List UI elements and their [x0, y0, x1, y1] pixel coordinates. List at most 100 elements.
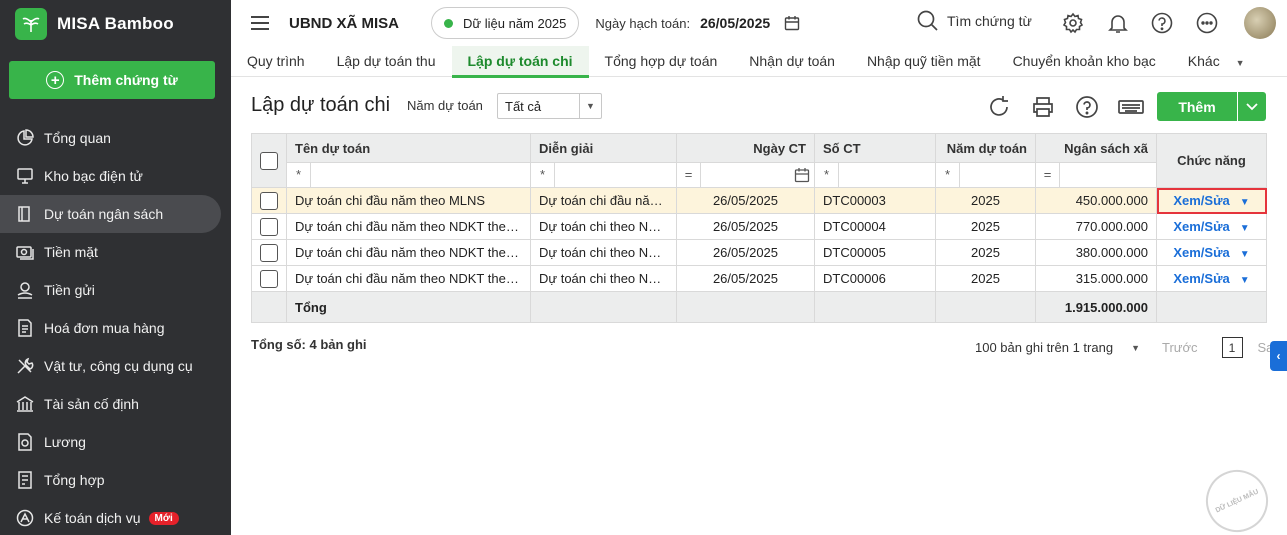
tab-treasury-transfer[interactable]: Chuyển khoản kho bạc — [997, 46, 1172, 77]
cell-name: Dự toán chi đầu năm theo NDKT theo TT24 — [286, 239, 531, 266]
print-icon[interactable] — [1031, 95, 1055, 119]
filter-input[interactable] — [839, 164, 935, 187]
filter-operator[interactable]: * — [937, 163, 960, 187]
add-button[interactable]: Thêm — [1157, 92, 1237, 121]
chevron-down-icon: ▼ — [579, 94, 601, 118]
select-all-checkbox[interactable] — [260, 151, 278, 170]
filter-input[interactable] — [311, 164, 530, 187]
tab-receive-budget[interactable]: Nhận dự toán — [733, 46, 851, 77]
column-header-year[interactable]: Năm dự toán — [935, 133, 1036, 163]
row-checkbox[interactable] — [260, 191, 278, 210]
cell-name: Dự toán chi đầu năm theo NDKT theo TT24 — [286, 213, 531, 240]
cell-voucher-no: DTC00004 — [814, 213, 936, 240]
table-row[interactable]: Dự toán chi đầu năm theo MLNS Dự toán ch… — [251, 187, 1267, 214]
caret-down-icon[interactable]: ▼ — [1240, 275, 1250, 286]
sidebar-item-overview[interactable]: Tổng quan — [0, 119, 231, 157]
sidebar-item-label: Tài sản cố định — [44, 396, 139, 412]
row-checkbox[interactable] — [260, 243, 278, 262]
caret-down-icon[interactable]: ▼ — [1240, 249, 1250, 260]
table-row[interactable]: Dự toán chi đầu năm theo NDKT theo TT24 … — [251, 239, 1267, 266]
filter-date: = — [676, 162, 815, 188]
view-edit-link[interactable]: Xem/Sửa — [1173, 193, 1229, 208]
total-blank — [935, 291, 1036, 323]
filter-operator[interactable]: * — [532, 163, 555, 187]
book-icon — [16, 205, 34, 223]
avatar[interactable] — [1244, 7, 1276, 39]
app-logo-row[interactable]: MISA Bamboo — [0, 0, 231, 48]
prev-page-button[interactable]: Trước — [1162, 340, 1198, 355]
current-page[interactable]: 1 — [1221, 337, 1243, 358]
sidebar-item-cash[interactable]: Tiền mặt — [0, 233, 231, 271]
calendar-icon[interactable] — [784, 15, 800, 31]
sidebar-item-treasury[interactable]: Kho bạc điện tử — [0, 157, 231, 195]
sidebar-item-invoice[interactable]: Hoá đơn mua hàng — [0, 309, 231, 347]
bell-icon[interactable] — [1107, 12, 1129, 34]
year-filter-select[interactable]: Tất cả ▼ — [497, 93, 602, 119]
data-year-selector[interactable]: Dữ liệu năm 2025 — [431, 7, 580, 39]
gear-icon[interactable] — [1062, 12, 1084, 34]
caret-down-icon[interactable]: ▼ — [1240, 223, 1250, 234]
row-checkbox[interactable] — [260, 217, 278, 236]
sidebar-item-deposit[interactable]: Tiền gửi — [0, 271, 231, 309]
column-header-voucher-no[interactable]: Số CT — [814, 133, 936, 163]
tab-cash-receipt[interactable]: Nhập quỹ tiền mặt — [851, 46, 997, 77]
filter-input[interactable] — [960, 164, 1035, 187]
cell-description: Dự toán chi theo NDKT — [530, 265, 677, 292]
tab-revenue-budget[interactable]: Lập dự toán thu — [321, 46, 452, 77]
tab-process[interactable]: Quy trình — [231, 46, 321, 77]
table-row[interactable]: Dự toán chi đầu năm theo NDKT theo TT24 … — [251, 213, 1267, 240]
total-row: Tổng 1.915.000.000 — [251, 291, 1267, 323]
filter-operator[interactable]: = — [1037, 163, 1060, 187]
view-edit-link[interactable]: Xem/Sửa — [1173, 219, 1229, 234]
row-checkbox[interactable] — [260, 269, 278, 288]
sidebar-item-salary[interactable]: Lương — [0, 423, 231, 461]
more-icon[interactable] — [1196, 12, 1218, 34]
column-header-description[interactable]: Diễn giải — [530, 133, 677, 163]
cell-voucher-no: DTC00006 — [814, 265, 936, 292]
filter-input[interactable] — [555, 164, 676, 187]
sidebar-item-supplies[interactable]: Vật tư, công cụ dụng cụ — [0, 347, 231, 385]
menu-icon[interactable] — [251, 12, 269, 34]
column-header-name[interactable]: Tên dự toán — [286, 133, 531, 163]
column-header-commune-budget[interactable]: Ngân sách xã — [1035, 133, 1157, 163]
tab-budget-summary[interactable]: Tổng hợp dự toán — [589, 46, 734, 77]
view-edit-link[interactable]: Xem/Sửa — [1173, 245, 1229, 260]
select-all-cell — [251, 133, 287, 188]
invoice-icon — [16, 319, 34, 337]
add-options-dropdown[interactable] — [1238, 92, 1266, 121]
caret-down-icon[interactable]: ▼ — [1240, 197, 1250, 208]
organization-name[interactable]: UBND XÃ MISA — [289, 15, 399, 32]
chevron-down-icon[interactable]: ▼ — [1131, 343, 1140, 353]
help-icon[interactable] — [1075, 95, 1099, 119]
add-voucher-button[interactable]: + Thêm chứng từ — [9, 61, 215, 99]
collapse-panel-button[interactable]: ‹ — [1270, 341, 1287, 371]
sidebar-item-summary[interactable]: Tổng hợp — [0, 461, 231, 499]
filter-operator[interactable]: * — [816, 163, 839, 187]
tools-icon — [16, 357, 34, 375]
sidebar-nav: Tổng quan Kho bạc điện tử Dự toán ngân s… — [0, 119, 231, 535]
cell-description: Dự toán chi theo NDKT — [530, 239, 677, 266]
filter-operator[interactable]: = — [678, 163, 701, 187]
posting-date-label: Ngày hạch toán: — [595, 15, 691, 31]
column-header-actions: Chức năng — [1156, 133, 1267, 188]
sidebar-item-service-accounting[interactable]: Kế toán dịch vụ Mới — [0, 499, 231, 535]
total-blank — [530, 291, 677, 323]
tab-expense-budget[interactable]: Lập dự toán chi — [451, 46, 589, 78]
tab-more[interactable]: Khác ▼ — [1172, 46, 1261, 77]
voucher-search[interactable]: Tìm chứng từ — [917, 10, 1032, 32]
sidebar-item-fixed-assets[interactable]: Tài sản cố định — [0, 385, 231, 423]
app-name: MISA Bamboo — [57, 14, 174, 33]
keyboard-icon[interactable] — [1118, 95, 1144, 119]
page-size-label[interactable]: 100 bản ghi trên 1 trang — [975, 340, 1113, 355]
posting-date-value[interactable]: 26/05/2025 — [700, 15, 770, 31]
filter-input[interactable] — [1060, 164, 1156, 187]
help-icon[interactable] — [1151, 12, 1173, 34]
filter-input[interactable] — [701, 164, 794, 187]
calendar-icon[interactable] — [794, 167, 810, 183]
column-header-date[interactable]: Ngày CT — [676, 133, 815, 163]
refresh-icon[interactable] — [987, 95, 1011, 119]
table-row[interactable]: Dự toán chi đầu năm theo NDKT theo TT24 … — [251, 265, 1267, 292]
filter-operator[interactable]: * — [288, 163, 311, 187]
sidebar-item-budget[interactable]: Dự toán ngân sách — [0, 195, 221, 233]
view-edit-link[interactable]: Xem/Sửa — [1173, 271, 1229, 286]
